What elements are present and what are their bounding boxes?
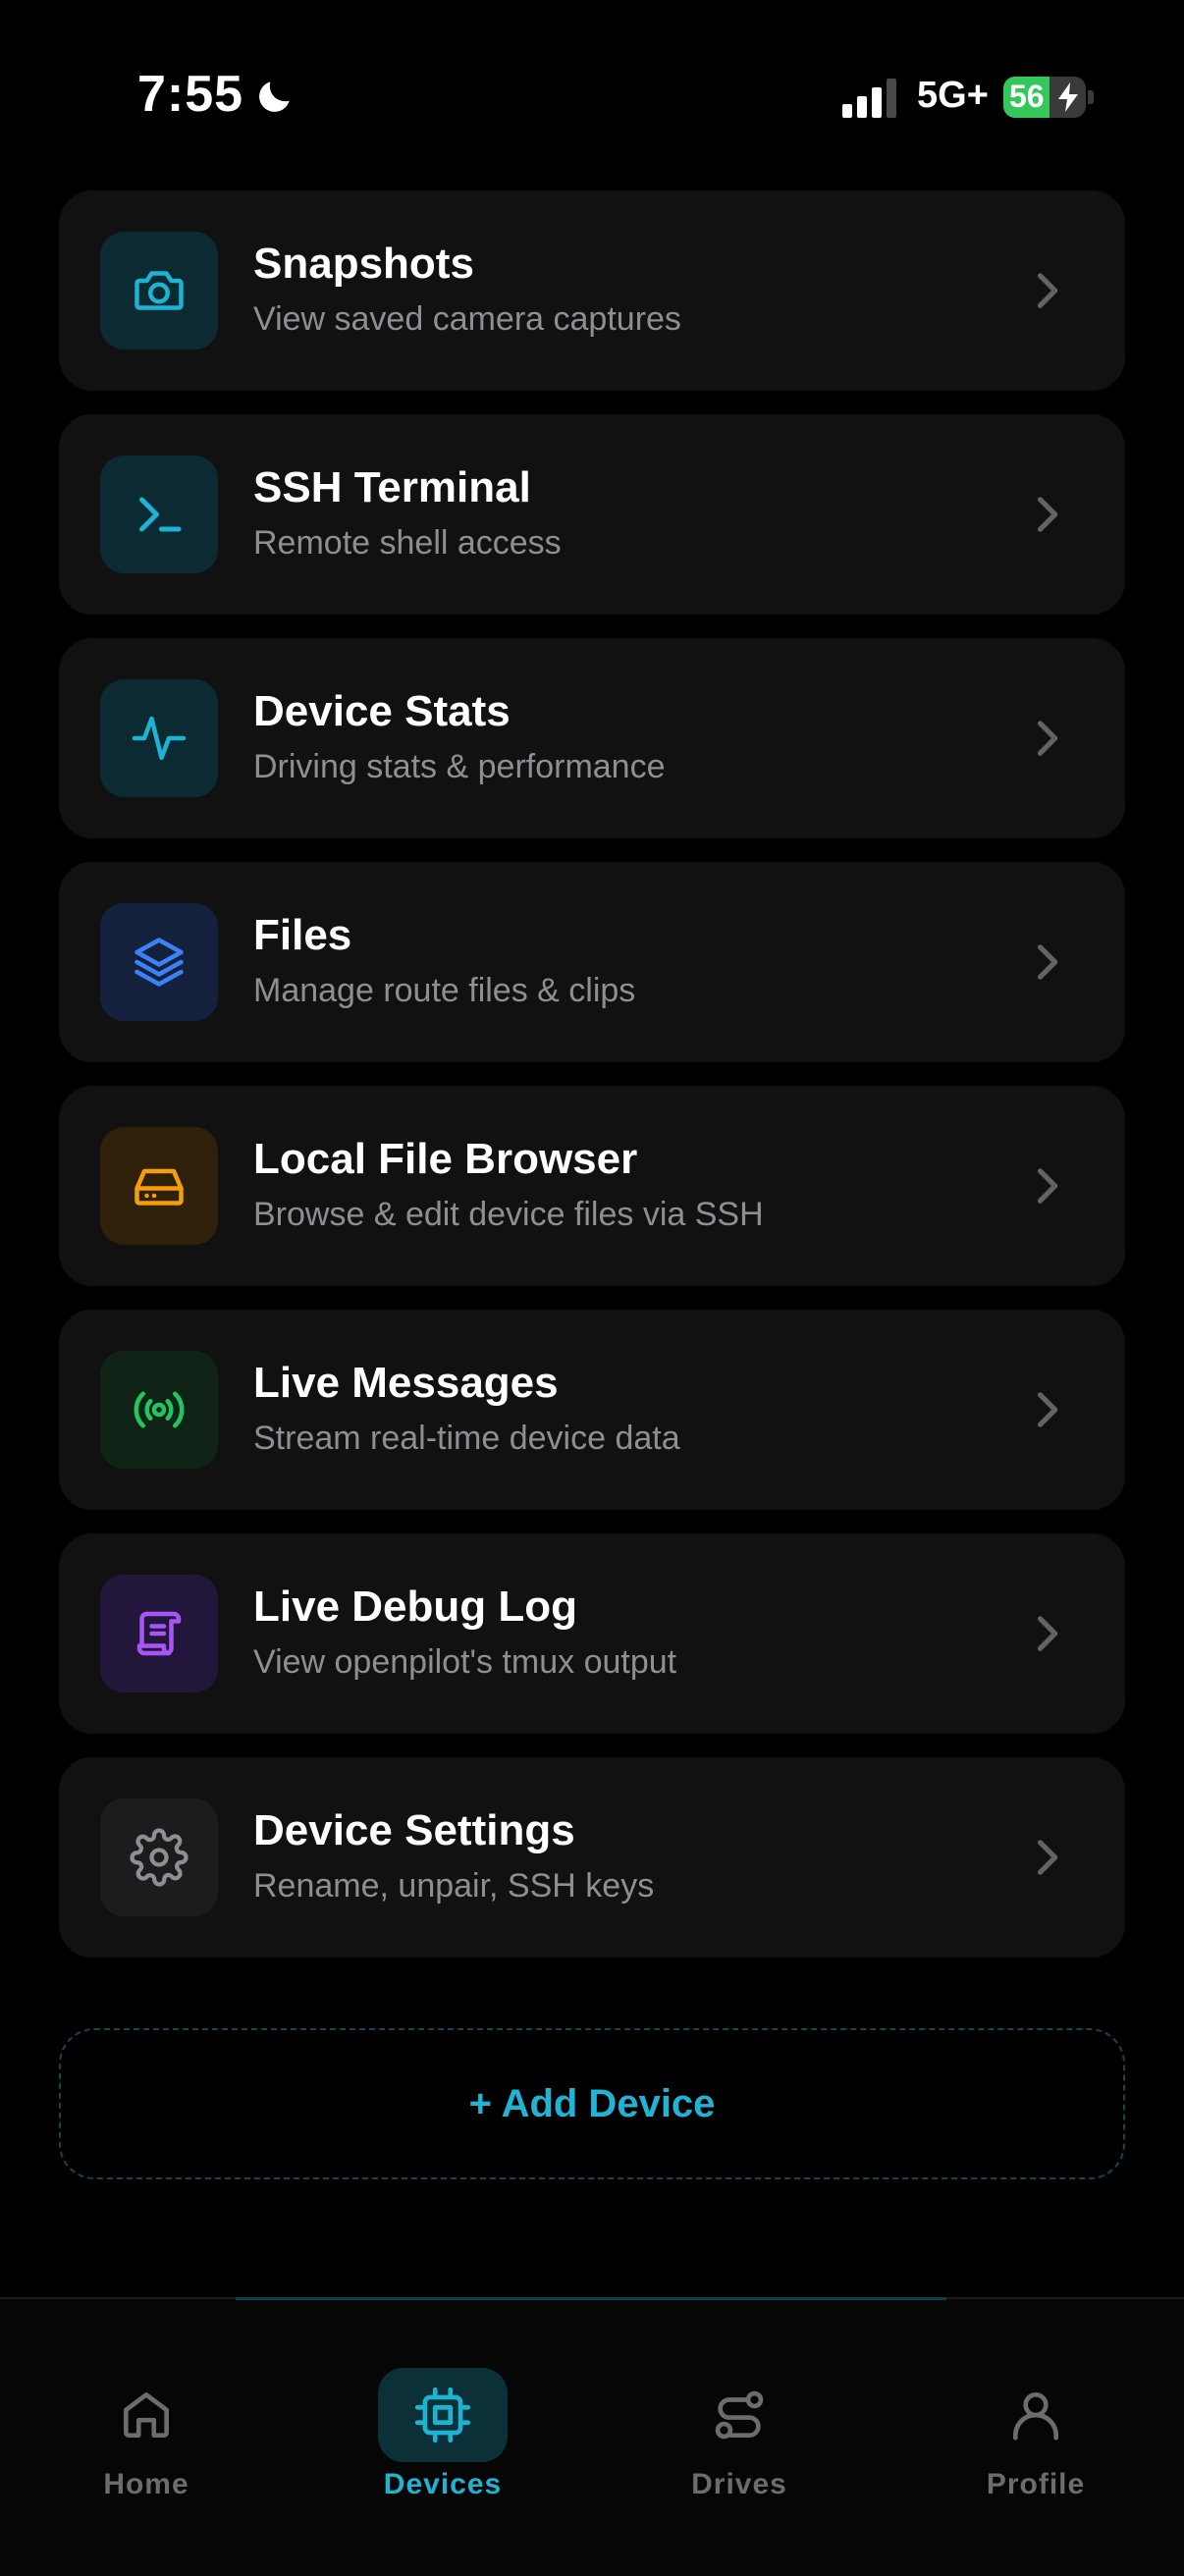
menu-icon-box [100,456,218,573]
chevron-right-icon [1037,273,1058,308]
menu-icon-box [100,1575,218,1692]
terminal-icon [139,497,182,532]
menu-item-snapshots[interactable]: Snapshots View saved camera captures [59,190,1125,391]
menu-item-title: Local File Browser [253,1135,638,1183]
home-icon [124,2392,169,2438]
status-bar: 7:55 5G+ 56 [0,0,1184,187]
user-icon [1013,2392,1058,2441]
menu-icon-box [100,679,218,797]
tab-home[interactable]: Home [28,2338,264,2500]
gear-icon [130,1828,188,1887]
menu-item-title: Files [253,911,352,959]
menu-item-live-messages[interactable]: Live Messages Stream real-time device da… [59,1310,1125,1510]
tab-icon-wrap [378,2368,508,2462]
menu-item-subtitle: Driving stats & performance [253,748,666,785]
camera-icon [135,271,184,310]
menu-item-subtitle: Manage route files & clips [253,972,636,1009]
menu-item-title: Live Messages [253,1359,559,1407]
scroll-icon [136,1611,182,1656]
moon-icon [259,81,290,112]
device-menu: Snapshots View saved camera captures SSH… [59,190,1125,1981]
menu-item-subtitle: Remote shell access [253,524,562,562]
status-time: 7:55 [137,66,244,123]
tab-label: Devices [383,2468,503,2500]
menu-item-title: Device Stats [253,687,511,735]
hard-drive-icon [135,1168,184,1206]
menu-icon-box [100,232,218,349]
menu-item-title: Snapshots [253,240,474,288]
menu-item-title: SSH Terminal [253,463,531,511]
chip-icon [414,2387,471,2443]
tab-label: Home [103,2468,189,2500]
tab-drives[interactable]: Drives [621,2338,857,2500]
menu-item-ssh-terminal[interactable]: SSH Terminal Remote shell access [59,414,1125,615]
chevron-right-icon [1037,721,1058,756]
bottom-tab-bar: Home Devices Drives Profile [0,2297,1184,2576]
chevron-right-icon [1037,497,1058,532]
network-type: 5G+ [917,75,989,116]
menu-icon-box [100,1351,218,1469]
tab-icon-wrap [81,2368,211,2462]
tab-icon-wrap [971,2368,1101,2462]
menu-item-subtitle: View openpilot's tmux output [253,1643,677,1681]
battery-icon: 56 [1003,77,1086,118]
menu-item-subtitle: Rename, unpair, SSH keys [253,1867,655,1905]
tab-devices[interactable]: Devices [325,2338,561,2500]
tab-icon-wrap [674,2368,804,2462]
menu-icon-box [100,1127,218,1245]
tab-label: Profile [986,2468,1086,2500]
layers-icon [135,938,184,987]
menu-item-subtitle: View saved camera captures [253,300,681,338]
menu-item-device-settings[interactable]: Device Settings Rename, unpair, SSH keys [59,1757,1125,1958]
menu-item-subtitle: Stream real-time device data [253,1420,680,1457]
menu-item-title: Live Debug Log [253,1583,577,1631]
chevron-right-icon [1037,1392,1058,1427]
menu-item-live-debug-log[interactable]: Live Debug Log View openpilot's tmux out… [59,1533,1125,1734]
chevron-right-icon [1037,1616,1058,1651]
radio-broadcast-icon [134,1391,185,1428]
tab-label: Drives [691,2468,787,2500]
add-device-button[interactable]: + Add Device [59,2028,1125,2179]
chevron-right-icon [1037,1168,1058,1204]
charging-bolt-icon [1058,82,1078,112]
tab-profile[interactable]: Profile [918,2338,1154,2500]
chevron-right-icon [1037,944,1058,980]
battery-percent: 56 [1009,79,1045,114]
menu-item-files[interactable]: Files Manage route files & clips [59,862,1125,1062]
menu-icon-box [100,903,218,1021]
menu-item-title: Device Settings [253,1806,575,1854]
cellular-signal-icon [842,79,896,118]
chevron-right-icon [1037,1840,1058,1875]
activity-pulse-icon [132,716,187,761]
tab-bar-indicator [236,2297,946,2300]
menu-item-subtitle: Browse & edit device files via SSH [253,1196,764,1233]
menu-item-device-stats[interactable]: Device Stats Driving stats & performance [59,638,1125,838]
route-icon [715,2390,764,2440]
menu-icon-box [100,1798,218,1916]
battery-cap [1088,90,1094,104]
menu-item-local-file-browser[interactable]: Local File Browser Browse & edit device … [59,1086,1125,1286]
